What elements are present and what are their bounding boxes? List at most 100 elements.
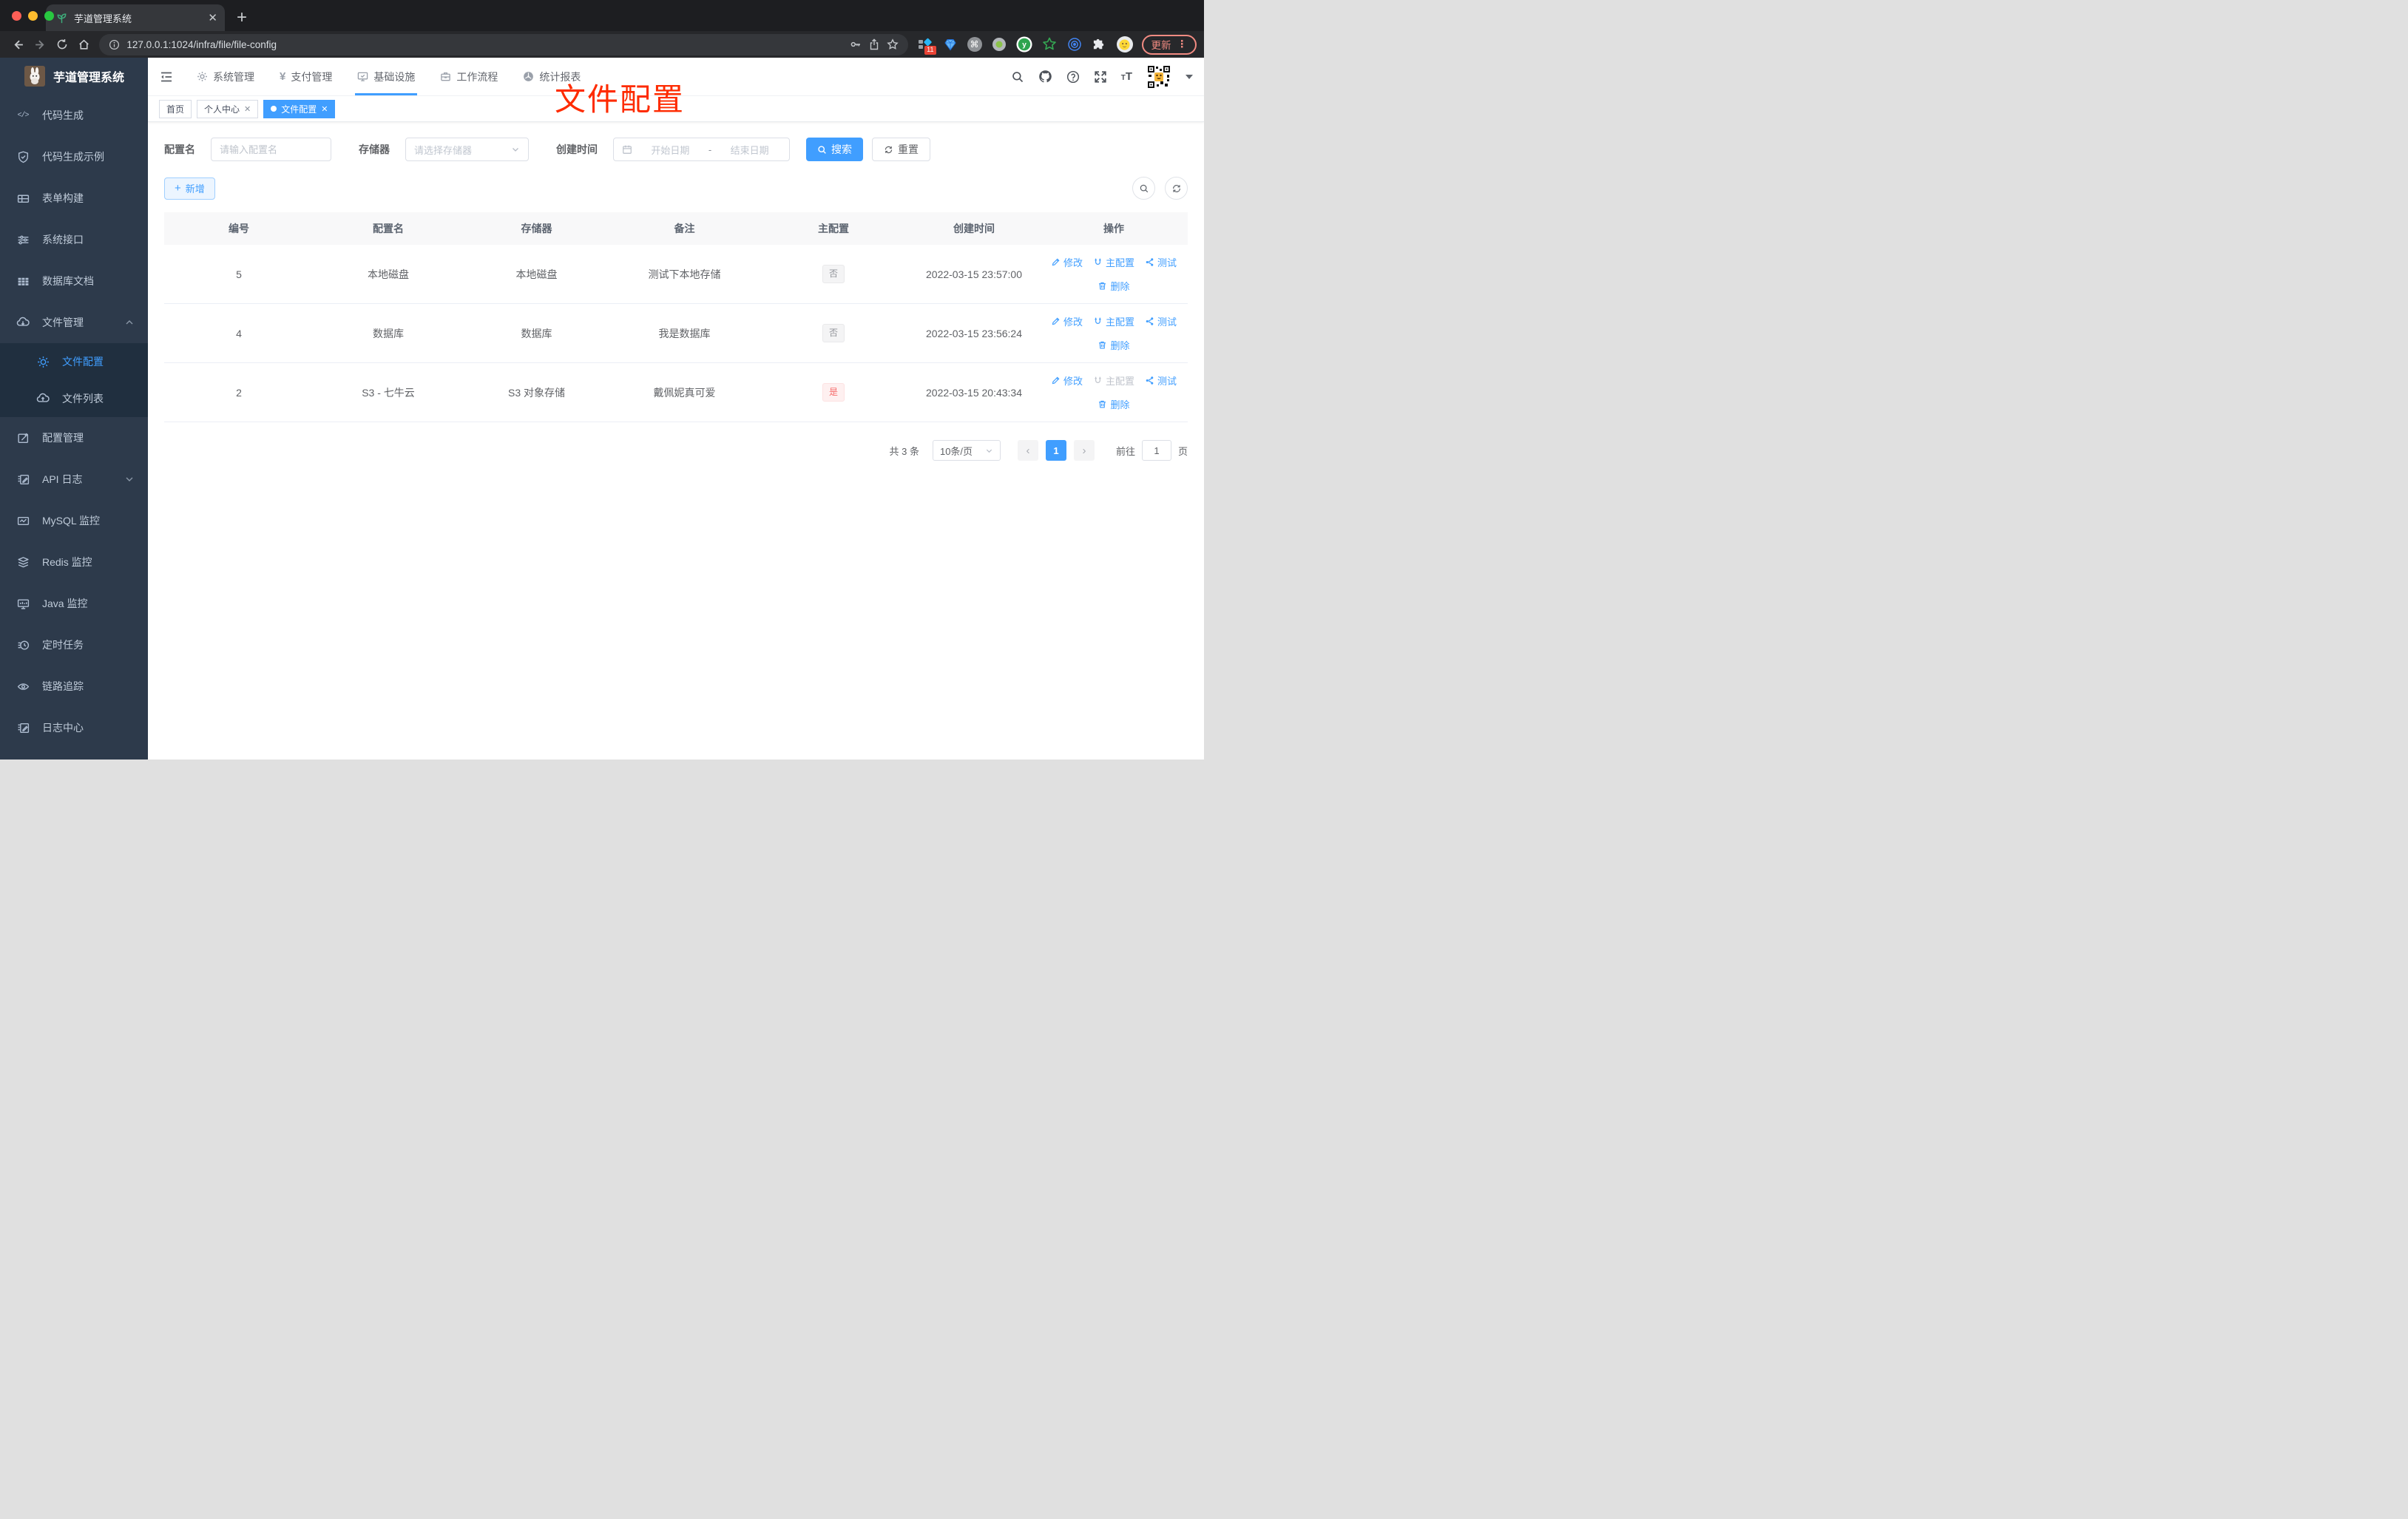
sidebar-item-api-log[interactable]: API 日志 <box>0 459 148 500</box>
sidebar-item-mysql-monitor[interactable]: MySQL 监控 <box>0 500 148 541</box>
github-icon[interactable] <box>1038 70 1052 84</box>
sidebar-item-tracing[interactable]: 链路追踪 <box>0 666 148 707</box>
sidebar-item-scheduled-tasks[interactable]: 定时任务 <box>0 624 148 666</box>
edit-link[interactable]: 修改 <box>1051 255 1083 269</box>
sidebar-item-form-builder[interactable]: 表单构建 <box>0 177 148 219</box>
puzzle-icon[interactable] <box>1092 36 1108 53</box>
user-avatar[interactable] <box>1146 64 1171 89</box>
bookmark-star-icon[interactable] <box>886 38 899 50</box>
master-link[interactable]: 主配置 <box>1093 255 1134 269</box>
tag-file-config[interactable]: 文件配置 ✕ <box>263 99 336 118</box>
prev-page-button[interactable]: ‹ <box>1017 440 1038 461</box>
config-name-input[interactable] <box>212 138 331 160</box>
sidebar-item-file-config[interactable]: 文件配置 <box>0 343 148 380</box>
edit-link[interactable]: 修改 <box>1051 373 1083 388</box>
tab-title: 芋道管理系统 <box>74 13 132 24</box>
traffic-lights <box>12 11 54 21</box>
add-button[interactable]: + 新增 <box>164 177 215 200</box>
test-link[interactable]: 测试 <box>1145 314 1177 328</box>
date-range-picker[interactable]: 开始日期 - 结束日期 <box>613 138 790 161</box>
topnav-workflow[interactable]: 工作流程 <box>427 58 510 95</box>
home-button[interactable] <box>73 38 95 51</box>
search-toggle-button[interactable] <box>1132 177 1155 200</box>
browser-tab[interactable]: 芋道管理系统 ✕ <box>46 4 225 31</box>
ext-tracker-target-icon[interactable] <box>1066 36 1083 53</box>
tag-profile[interactable]: 个人中心 ✕ <box>197 99 259 118</box>
goto-page-input[interactable] <box>1141 440 1171 461</box>
chart-monitor-icon <box>16 513 30 528</box>
sidebar-item-db-doc[interactable]: 数据库文档 <box>0 260 148 302</box>
browser-menu-icon[interactable]: ⋮ <box>1177 38 1188 50</box>
font-size-icon[interactable]: TT <box>1121 70 1132 83</box>
next-page-button[interactable]: › <box>1073 440 1095 461</box>
sidebar-logo[interactable]: 芋道管理系统 <box>0 58 148 95</box>
page-number-button[interactable]: 1 <box>1045 440 1066 461</box>
update-button[interactable]: 更新 ⋮ <box>1141 34 1197 55</box>
close-window-button[interactable] <box>12 11 21 21</box>
sidebar-item-system-api[interactable]: 系统接口 <box>0 219 148 260</box>
topnav-system[interactable]: 系统管理 <box>184 58 267 95</box>
url-bar[interactable]: 127.0.0.1:1024/infra/file/file-config <box>99 33 908 55</box>
topnav-infrastructure[interactable]: 基础设施 <box>345 58 427 95</box>
sidebar-collapse-button[interactable] <box>159 70 174 84</box>
url-text[interactable]: 127.0.0.1:1024/infra/file/file-config <box>126 39 842 50</box>
svg-text:y: y <box>1022 41 1027 50</box>
reset-button[interactable]: 重置 <box>872 138 930 161</box>
minimize-window-button[interactable] <box>28 11 38 21</box>
help-icon[interactable] <box>1066 70 1080 84</box>
edit-link[interactable]: 修改 <box>1051 314 1083 328</box>
avatar-caret-icon[interactable] <box>1186 74 1193 79</box>
logo-title: 芋道管理系统 <box>53 72 125 84</box>
delete-link[interactable]: 删除 <box>1098 338 1130 352</box>
sidebar-item-file-management[interactable]: 文件管理 <box>0 302 148 343</box>
sidebar-item-java-monitor[interactable]: Java 监控 <box>0 583 148 624</box>
search-icon[interactable] <box>1011 70 1024 84</box>
fullscreen-icon[interactable] <box>1094 70 1107 84</box>
ext-squares-diamond-icon[interactable]: 11 <box>917 36 936 55</box>
gear-icon <box>197 71 208 82</box>
search-button[interactable]: 搜索 <box>806 138 863 161</box>
row-actions: 修改 主配置 测试 删除 <box>1040 305 1188 362</box>
ext-green-star-icon[interactable] <box>1041 36 1058 53</box>
refresh-table-button[interactable] <box>1165 177 1188 200</box>
delete-link[interactable]: 删除 <box>1098 397 1130 411</box>
new-tab-button[interactable]: + <box>237 9 247 27</box>
close-icon[interactable]: ✕ <box>244 104 251 114</box>
info-icon[interactable] <box>109 39 120 50</box>
document-edit-icon <box>16 472 30 487</box>
reload-button[interactable] <box>51 38 73 50</box>
ext-y-circle-icon[interactable]: y <box>1015 36 1032 53</box>
tag-home[interactable]: 首页 <box>159 99 192 118</box>
test-link[interactable]: 测试 <box>1145 255 1177 269</box>
sidebar-item-code-demo[interactable]: 代码生成示例 <box>0 136 148 177</box>
ext-record-icon[interactable] <box>991 36 1007 53</box>
tab-close-icon[interactable]: ✕ <box>208 13 217 24</box>
create-time-label: 创建时间 <box>556 143 598 155</box>
key-icon[interactable] <box>850 38 862 50</box>
sidebar-item-file-list[interactable]: 文件列表 <box>0 380 148 417</box>
back-button[interactable] <box>7 38 30 51</box>
active-dot <box>271 106 277 112</box>
forward-button[interactable] <box>30 38 52 51</box>
ext-command-icon[interactable]: ⌘ <box>967 37 982 52</box>
test-link[interactable]: 测试 <box>1145 373 1177 388</box>
profile-face-icon[interactable] <box>1116 36 1133 53</box>
col-header-remark: 备注 <box>674 223 695 234</box>
sidebar-item-config-management[interactable]: 配置管理 <box>0 417 148 459</box>
cell-created: 2022-03-15 23:57:00 <box>926 268 1022 280</box>
sidebar-item-redis-monitor[interactable]: Redis 监控 <box>0 541 148 583</box>
ext-gem-icon[interactable] <box>942 36 958 53</box>
sidebar-item-code-gen[interactable]: </> 代码生成 <box>0 95 148 136</box>
cell-remark: 戴佩妮真可爱 <box>653 386 716 399</box>
delete-link[interactable]: 删除 <box>1098 279 1130 293</box>
monitor-check-icon <box>357 71 368 82</box>
share-icon[interactable] <box>868 38 880 50</box>
storage-select[interactable]: 请选择存储器 <box>405 138 529 161</box>
master-link[interactable]: 主配置 <box>1093 314 1134 328</box>
close-icon[interactable]: ✕ <box>321 104 328 114</box>
sidebar-item-log-center[interactable]: 日志中心 <box>0 707 148 748</box>
page-size-select[interactable]: 10条/页 <box>932 440 1001 461</box>
zoom-window-button[interactable] <box>44 11 54 21</box>
topnav-payment[interactable]: ¥ 支付管理 <box>267 58 345 95</box>
table-header-row: 编号 配置名 存储器 备注 主配置 创建时间 操作 <box>164 212 1188 245</box>
